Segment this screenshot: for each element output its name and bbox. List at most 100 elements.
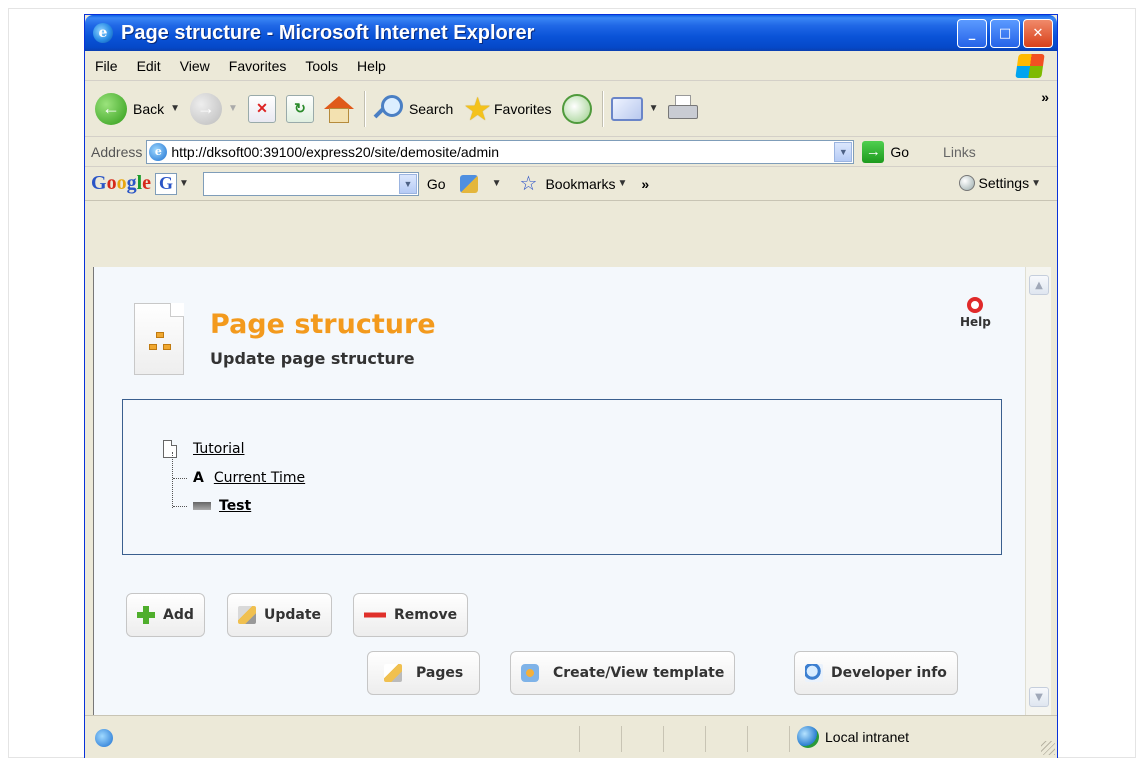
menu-tools[interactable]: Tools — [305, 58, 338, 74]
update-label: Update — [264, 607, 322, 623]
remove-label: Remove — [394, 607, 458, 623]
address-label: Address — [91, 143, 143, 160]
back-arrow-icon: ← — [95, 92, 127, 125]
scroll-down-button[interactable]: ▼ — [1029, 687, 1049, 707]
stop-button[interactable]: ✕ — [247, 94, 276, 123]
help-button[interactable]: Help — [960, 297, 991, 329]
help-label: Help — [960, 315, 991, 329]
bookmarks-button[interactable]: Bookmarks — [545, 176, 615, 192]
update-button[interactable]: Update — [227, 593, 333, 637]
menu-file[interactable]: File — [95, 58, 118, 74]
google-logo: Google — [91, 172, 152, 194]
plus-icon — [137, 606, 155, 624]
address-url: http://dksoft00:39100/express20/site/dem… — [171, 143, 499, 160]
refresh-button[interactable]: ↻ — [285, 94, 314, 123]
window-controls: _ □ ✕ — [957, 18, 1053, 48]
chevron-down-icon[interactable]: ▼ — [170, 103, 180, 114]
status-divider — [579, 726, 580, 752]
add-label: Add — [163, 607, 194, 623]
tree-node: A Current Time — [173, 470, 305, 486]
search-label: Search — [408, 100, 454, 117]
vertical-scrollbar[interactable]: ▲ ▼ — [1025, 267, 1051, 715]
title-bar[interactable]: e Page structure - Microsoft Internet Ex… — [85, 15, 1057, 51]
chevron-down-icon: ▼ — [1031, 177, 1041, 189]
status-divider — [747, 726, 748, 752]
star-icon: ★ — [463, 90, 492, 127]
back-label: Back — [133, 100, 165, 117]
page-structure-icon — [134, 303, 184, 375]
toolbar-separator — [363, 90, 365, 127]
pages-label: Pages — [416, 665, 464, 681]
developer-info-label: Developer info — [831, 665, 947, 681]
google-menu-button[interactable]: G — [155, 172, 178, 195]
go-button[interactable]: → Go — [862, 140, 910, 163]
standard-toolbar: ← Back ▼ → ▼ ✕ ↻ Search ★ Favorites ▼ » — [85, 81, 1057, 137]
address-input[interactable]: e http://dksoft00:39100/express20/site/d… — [146, 139, 855, 164]
close-button[interactable]: ✕ — [1023, 18, 1053, 48]
forward-button[interactable]: → ▼ — [190, 92, 238, 125]
home-icon — [323, 94, 354, 124]
go-arrow-icon: → — [862, 140, 885, 163]
chevron-down-icon[interactable]: ▼ — [649, 103, 659, 114]
browser-window: e Page structure - Microsoft Internet Ex… — [84, 14, 1058, 758]
minus-icon — [364, 606, 386, 624]
toolbar-separator — [601, 90, 603, 127]
menu-edit[interactable]: Edit — [137, 58, 161, 74]
favorites-button[interactable]: ★ Favorites — [463, 93, 551, 125]
google-go-button[interactable]: Go — [427, 176, 446, 192]
google-toolbar: Google G ▼ ▼ Go ▼ ☆ Bookmarks ▼ » Settin… — [85, 167, 1057, 201]
page-subtitle: Update page structure — [210, 349, 415, 368]
google-overflow-chevron[interactable]: » — [641, 176, 649, 192]
create-template-button[interactable]: Create/View template — [510, 651, 736, 695]
resize-grip[interactable] — [1041, 741, 1055, 755]
puzzle-icon[interactable] — [459, 174, 478, 193]
mail-icon — [610, 96, 643, 121]
scroll-up-button[interactable]: ▲ — [1029, 275, 1049, 295]
security-zone[interactable]: Local intranet — [797, 726, 909, 748]
toolbar-overflow-chevron[interactable]: » — [1041, 89, 1049, 105]
tree-root-link[interactable]: Tutorial — [193, 441, 244, 457]
pencil-icon — [238, 606, 256, 624]
chevron-down-icon[interactable]: ▼ — [228, 103, 238, 114]
remove-button[interactable]: Remove — [353, 593, 469, 637]
tree-node: Test — [173, 498, 251, 514]
back-button[interactable]: ← Back ▼ — [95, 92, 180, 125]
windows-logo-icon — [1015, 54, 1045, 78]
history-icon — [561, 93, 592, 124]
history-button[interactable] — [561, 93, 592, 124]
search-button[interactable]: Search — [373, 93, 453, 125]
menu-view[interactable]: View — [180, 58, 210, 74]
home-button[interactable] — [323, 94, 354, 124]
status-bar: Local intranet — [85, 715, 1057, 758]
links-button[interactable]: Links — [943, 144, 976, 160]
minimize-button[interactable]: _ — [957, 18, 987, 48]
mail-button[interactable]: ▼ — [610, 96, 659, 121]
add-button[interactable]: Add — [126, 593, 205, 637]
pages-button[interactable]: Pages — [367, 651, 481, 695]
menu-bar: File Edit View Favorites Tools Help — [85, 51, 1057, 81]
developer-info-button[interactable]: Developer info — [794, 651, 958, 695]
print-button[interactable] — [668, 94, 699, 123]
google-search-input[interactable]: ▼ — [202, 171, 419, 196]
go-label: Go — [890, 143, 910, 160]
bar-icon — [193, 502, 211, 510]
settings-label: Settings — [978, 175, 1030, 191]
chevron-down-icon[interactable]: ▼ — [398, 173, 417, 194]
settings-button[interactable]: Settings ▼ — [958, 175, 1041, 191]
address-bar: Address e http://dksoft00:39100/express2… — [85, 137, 1057, 167]
chevron-down-icon[interactable]: ▼ — [617, 178, 627, 189]
tree-node-link[interactable]: Current Time — [214, 470, 305, 486]
page-title: Page structure — [210, 309, 436, 340]
create-template-label: Create/View template — [553, 665, 725, 681]
printer-icon — [668, 94, 699, 123]
template-icon — [521, 664, 539, 682]
refresh-icon: ↻ — [285, 94, 314, 123]
menu-help[interactable]: Help — [357, 58, 386, 74]
chevron-down-icon[interactable]: ▼ — [492, 178, 502, 189]
status-divider — [621, 726, 622, 752]
chevron-down-icon[interactable]: ▼ — [834, 141, 853, 162]
tree-node-link[interactable]: Test — [219, 498, 251, 514]
maximize-button[interactable]: □ — [990, 18, 1020, 48]
menu-favorites[interactable]: Favorites — [229, 58, 287, 74]
chevron-down-icon[interactable]: ▼ — [179, 178, 189, 189]
